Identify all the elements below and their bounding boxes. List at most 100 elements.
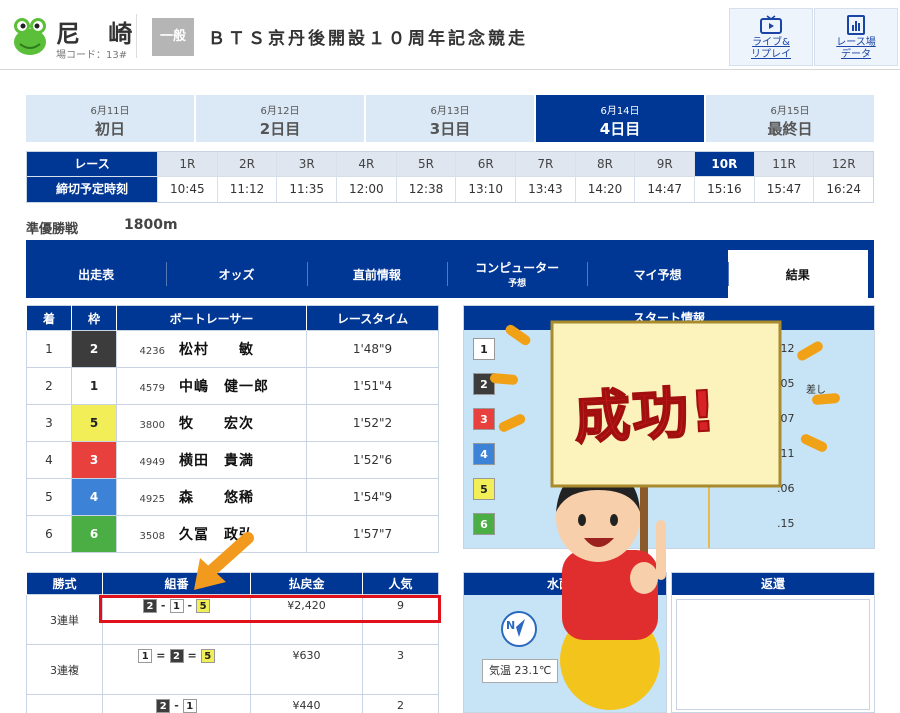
racer-id: 4579 xyxy=(139,383,165,394)
orange-arrow-icon xyxy=(194,532,254,590)
highlight-box xyxy=(99,595,441,623)
place: 3 xyxy=(26,404,72,442)
tab-results[interactable]: 結果 xyxy=(727,250,868,298)
tab-entry-list[interactable]: 出走表 xyxy=(26,250,166,298)
tab-computer-prediction[interactable]: コンピューター 予想 xyxy=(446,250,587,298)
deadline-cell: 12:00 xyxy=(336,177,396,202)
day-date: 6月14日 xyxy=(600,106,640,117)
day-label: 2日目 xyxy=(259,120,301,138)
place: 5 xyxy=(26,478,72,516)
race-cell-5R[interactable]: 5R xyxy=(395,152,456,176)
tab-label: マイ予想 xyxy=(633,267,682,282)
race-grid: レース 1R 2R 3R 4R 5R 6R 7R 8R 9R 10R 11R 12R 締切予定時刻 1… xyxy=(26,151,874,203)
race-nav: 出走表 オッズ 直前情報 コンピューター 予想 マイ予想 結果 xyxy=(26,240,874,298)
refund-body xyxy=(676,599,870,710)
page: { "header": { "venue": "尼 崎", "venue_cod… xyxy=(0,0,900,713)
racer-name[interactable]: 中嶋 健一郎 xyxy=(179,376,269,396)
race-cell-3R[interactable]: 3R xyxy=(276,152,337,176)
day-tab-1[interactable]: 6月11日 初日 xyxy=(26,95,194,142)
place: 1 xyxy=(26,330,72,368)
day-date: 6月11日 xyxy=(90,106,130,117)
place: 6 xyxy=(26,515,72,553)
combo-operator: = xyxy=(187,649,197,662)
boat-number: 3 xyxy=(71,441,117,479)
race-cell-2R[interactable]: 2R xyxy=(216,152,277,176)
deadline-cell: 12:38 xyxy=(395,177,456,202)
result-row: 5 4 4925 森 悠稀 1'54"9 xyxy=(26,478,439,516)
day-tab-3[interactable]: 6月13日 3日目 xyxy=(366,95,534,142)
venue-name: 尼 崎 xyxy=(56,20,143,48)
bet-type xyxy=(26,694,103,713)
race-cell-11R[interactable]: 11R xyxy=(753,152,814,176)
sign-text: 成功! xyxy=(572,378,721,452)
day-tab-5[interactable]: 6月15日 最終日 xyxy=(706,95,874,142)
racer-name[interactable]: 横田 貴満 xyxy=(179,450,269,470)
race-cell-7R[interactable]: 7R xyxy=(515,152,575,176)
tab-odds[interactable]: オッズ xyxy=(166,250,306,298)
col-racer: ボートレーサー xyxy=(116,305,307,331)
frog-mascot-icon xyxy=(14,18,46,55)
race-cell-9R[interactable]: 9R xyxy=(634,152,695,176)
combo-boat: 1 xyxy=(138,649,153,663)
payout-row: 3連複 1 = 2 = 5 ¥630 3 xyxy=(26,644,439,695)
place: 2 xyxy=(26,367,72,405)
col-popularity: 人気 xyxy=(362,572,439,595)
col-time: レースタイム xyxy=(306,305,439,331)
race-time: 1'51"4 xyxy=(306,367,439,405)
race-cell-1R[interactable]: 1R xyxy=(157,152,217,176)
boat-number: 1 xyxy=(71,367,117,405)
racer-name[interactable]: 森 悠稀 xyxy=(179,487,269,507)
racer-name[interactable]: 牧 宏次 xyxy=(179,413,269,433)
racer-id: 3800 xyxy=(139,420,165,431)
tab-label: 結果 xyxy=(785,267,810,282)
payout-amount: ¥630 xyxy=(250,644,363,695)
tv-icon xyxy=(760,15,782,34)
day-label: 最終日 xyxy=(767,120,813,138)
day-tab-2[interactable]: 6月12日 2日目 xyxy=(196,95,364,142)
live-replay-button[interactable]: ライブ& リプレイ xyxy=(729,8,813,66)
bet-type: 3連単 xyxy=(26,594,103,645)
payout-amount: ¥440 xyxy=(250,694,363,713)
header-divider xyxy=(136,14,137,58)
race-cell-6R[interactable]: 6R xyxy=(455,152,516,176)
race-time: 1'52"6 xyxy=(306,441,439,479)
live-replay-label-1: ライブ& xyxy=(752,37,790,48)
deadline-cell: 11:12 xyxy=(216,177,277,202)
venue-code: 場コード：13# xyxy=(56,50,128,61)
tab-pre-race-info[interactable]: 直前情報 xyxy=(306,250,447,298)
bet-type: 3連複 xyxy=(26,644,103,695)
racer-id: 4925 xyxy=(139,494,165,505)
col-bet-type: 勝式 xyxy=(26,572,103,595)
deadline-row: 締切予定時刻 10:45 11:12 11:35 12:00 12:38 13:10 13:… xyxy=(27,177,873,202)
deadline-cell: 11:35 xyxy=(276,177,336,202)
race-cell-4R[interactable]: 4R xyxy=(336,152,396,176)
site-header: 尼 崎 場コード：13# 一般 ＢＴＳ京丹後開設１０周年記念競走 ライブ& リプ… xyxy=(0,0,900,70)
combination: 2-1 xyxy=(102,694,251,713)
start-boat-6: 6 xyxy=(473,513,495,535)
race-cell-10R[interactable]: 10R xyxy=(694,152,754,176)
result-row: 1 2 4236 松村 敏 1'48"9 xyxy=(26,330,439,368)
race-cell-8R[interactable]: 8R xyxy=(574,152,635,176)
day-tab-4[interactable]: 6月14日 4日目 xyxy=(536,95,704,142)
start-boat-4: 4 xyxy=(473,443,495,465)
venue-data-button[interactable]: レース場 データ xyxy=(814,8,898,66)
tab-my-prediction[interactable]: マイ予想 xyxy=(587,250,727,298)
start-boat-3: 3 xyxy=(473,408,495,430)
venue-data-label-2: データ xyxy=(841,49,871,60)
race-cell-12R[interactable]: 12R xyxy=(813,152,874,176)
racer-name[interactable]: 松村 敏 xyxy=(179,339,269,359)
person-illustration xyxy=(556,460,666,710)
start-boat-5: 5 xyxy=(473,478,495,500)
day-date: 6月12日 xyxy=(260,106,300,117)
popularity: 3 xyxy=(362,644,439,695)
deadline-cell: 13:10 xyxy=(455,177,515,202)
live-replay-label-2: リプレイ xyxy=(751,49,791,60)
tab-label: 直前情報 xyxy=(352,267,401,282)
deadline-cell: 10:45 xyxy=(157,177,217,202)
boat-number: 6 xyxy=(71,515,117,553)
combo-boat: 1 xyxy=(182,699,197,713)
race-time: 1'52"2 xyxy=(306,404,439,442)
race-stage: 準優勝戦 xyxy=(26,222,79,237)
race-title: ＢＴＳ京丹後開設１０周年記念競走 xyxy=(208,29,528,49)
start-boat-1: 1 xyxy=(473,338,495,360)
